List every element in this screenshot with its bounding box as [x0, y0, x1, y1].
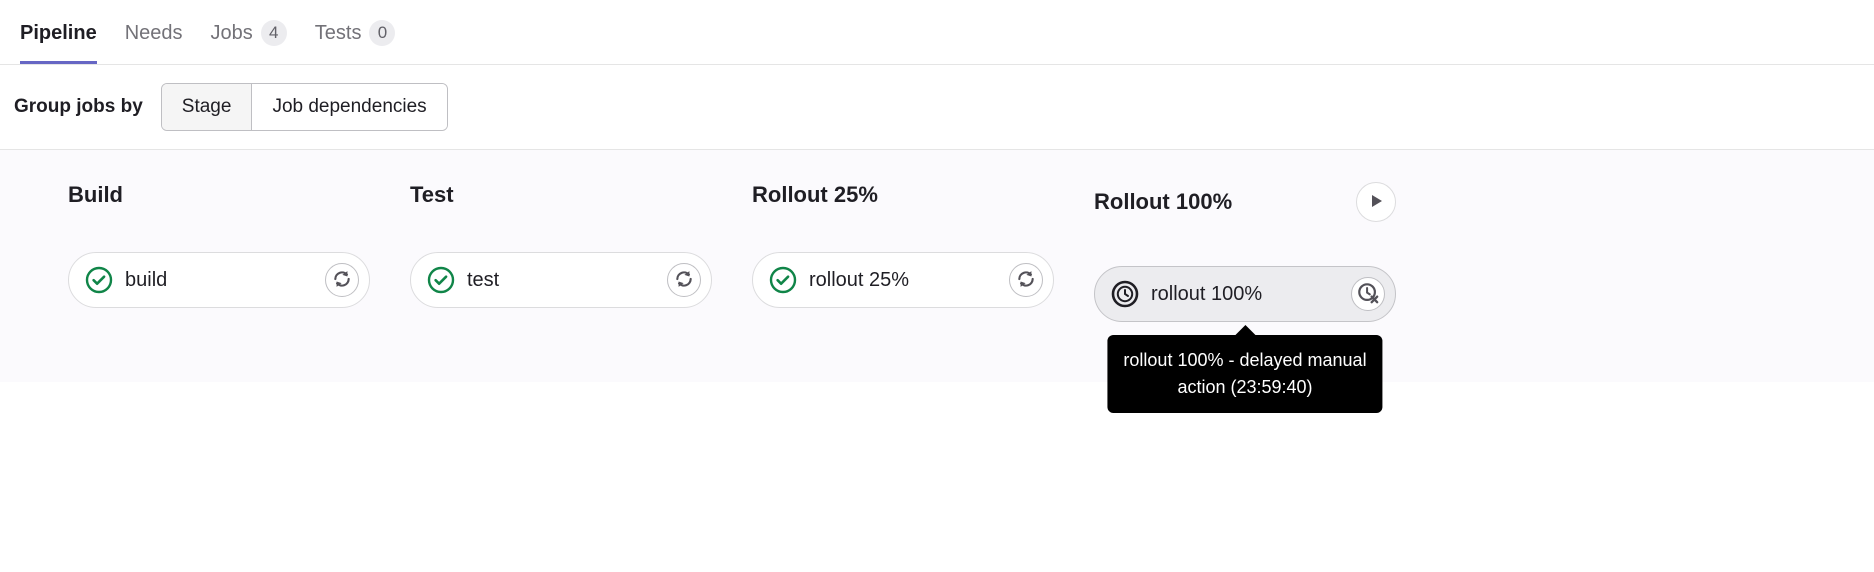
tab-needs[interactable]: Needs — [125, 10, 183, 63]
success-icon — [427, 266, 455, 294]
stage-title: Build — [68, 182, 123, 208]
stages-row: Build build Test — [14, 182, 1860, 322]
stage-rollout-25: Rollout 25% rollout 25% — [752, 182, 1054, 308]
retry-icon — [332, 269, 352, 292]
stage-header: Rollout 100% — [1094, 182, 1396, 222]
job-name: rollout 25% — [809, 269, 997, 292]
success-icon — [769, 266, 797, 294]
stage-header: Build — [68, 182, 370, 208]
stage-header: Test — [410, 182, 712, 208]
stage-header: Rollout 25% — [752, 182, 1054, 208]
group-by-dependencies-button[interactable]: Job dependencies — [251, 84, 446, 130]
job-build[interactable]: build — [68, 252, 370, 308]
success-icon — [85, 266, 113, 294]
job-tooltip: rollout 100% - delayed manual action (23… — [1107, 335, 1382, 413]
group-by-label: Group jobs by — [14, 96, 143, 118]
scheduled-icon — [1111, 280, 1139, 308]
stage-title: Rollout 100% — [1094, 189, 1232, 215]
tab-label: Tests — [315, 22, 362, 45]
group-by-segmented: Stage Job dependencies — [161, 83, 448, 131]
clock-cancel-icon — [1357, 282, 1379, 307]
retry-icon — [1016, 269, 1036, 292]
retry-button[interactable] — [667, 263, 701, 297]
retry-icon — [674, 269, 694, 292]
job-name: build — [125, 269, 313, 292]
job-rollout-25[interactable]: rollout 25% — [752, 252, 1054, 308]
tab-jobs[interactable]: Jobs 4 — [211, 8, 287, 64]
stage-title: Rollout 25% — [752, 182, 878, 208]
tab-label: Pipeline — [20, 22, 97, 45]
tab-tests[interactable]: Tests 0 — [315, 8, 396, 64]
job-name: test — [467, 269, 655, 292]
stage-rollout-100: Rollout 100% rollout 100% — [1094, 182, 1396, 322]
tooltip-line: rollout 100% - delayed manual — [1123, 347, 1366, 374]
group-by-stage-button[interactable]: Stage — [162, 84, 252, 130]
retry-button[interactable] — [1009, 263, 1043, 297]
play-icon — [1368, 193, 1384, 212]
tab-pipeline[interactable]: Pipeline — [20, 10, 97, 63]
jobs-count-badge: 4 — [261, 20, 287, 46]
stage-build: Build build — [68, 182, 370, 308]
job-rollout-100[interactable]: rollout 100% rollout 100% - delayed manu… — [1094, 266, 1396, 322]
pipeline-tabs: Pipeline Needs Jobs 4 Tests 0 — [0, 0, 1874, 65]
retry-button[interactable] — [325, 263, 359, 297]
pipeline-graph: Build build Test — [0, 150, 1874, 382]
job-test[interactable]: test — [410, 252, 712, 308]
tab-label: Jobs — [211, 22, 253, 45]
unschedule-button[interactable] — [1351, 277, 1385, 311]
play-stage-button[interactable] — [1356, 182, 1396, 222]
tooltip-line: action (23:59:40) — [1123, 374, 1366, 401]
tab-label: Needs — [125, 22, 183, 45]
tests-count-badge: 0 — [369, 20, 395, 46]
stage-title: Test — [410, 182, 454, 208]
job-name: rollout 100% — [1151, 283, 1339, 306]
stage-test: Test test — [410, 182, 712, 308]
group-by-row: Group jobs by Stage Job dependencies — [0, 65, 1874, 150]
